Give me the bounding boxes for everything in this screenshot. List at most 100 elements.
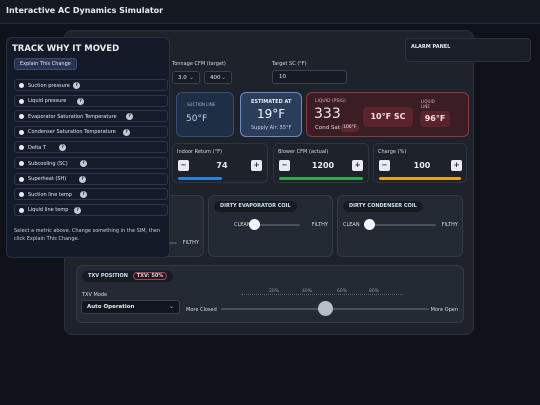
info-icon[interactable]: ? [80,191,87,199]
top-bar: Interactive AC Dynamics Simulator [0,0,540,24]
charge-control: Charge (%) − 100 + [373,143,467,183]
cfm-per-ton-select[interactable]: 400 ⌄ [204,71,232,84]
metric-label: Delta T [28,144,46,151]
indoor-return-label: Indoor Return (°F) [177,149,223,155]
metric-item[interactable]: Suction line temp? [14,188,168,201]
metric-item[interactable]: Evaporator Saturation Temperature? [14,110,168,123]
evap-sat-label: ESTIMATED AT [251,99,292,105]
dirty-evaporator-coil-title: DIRTY EVAPORATOR COIL [214,201,297,212]
explain-change-button[interactable]: Explain This Change [14,58,77,70]
liquid-line-label: LIQUID LINE [421,99,435,109]
chevron-down-icon: ⌄ [220,74,226,81]
radio-icon[interactable] [19,83,24,88]
evap-sat-value: 19°F [257,107,286,121]
charge-bar [379,177,461,180]
metric-label: Suction pressure [28,82,70,89]
chevron-down-icon: ⌄ [188,74,194,81]
charge-value: 100 [413,161,431,170]
evap-sat-card: ESTIMATED AT 19°F Supply Air: 55°F [240,92,302,137]
info-icon[interactable]: ? [77,97,84,105]
suction-line-card: SUCTION LINE 50°F [176,92,234,137]
txv-max-label: More Open [430,307,458,313]
sidebar-help-text: Select a metric above. Change something … [14,228,161,242]
info-icon[interactable]: ? [73,82,80,89]
radio-icon[interactable] [19,176,24,182]
metric-item[interactable]: Suction pressure? [14,79,168,91]
radio-icon[interactable] [19,192,24,198]
radio-icon[interactable] [19,161,24,166]
txv-position-title: TXV POSITION TXV: 50% [82,271,174,282]
metric-label: Condenser Saturation Temperature [28,129,116,136]
radio-icon[interactable] [19,207,24,213]
cond-sat-badge: 106°F [340,124,360,132]
metric-label: Subcooling (SC) [28,160,68,167]
tonnage-label: Tonnage CFM (target) [172,61,226,67]
cond-filthy-label: FILTHY [441,222,458,228]
liquid-pressure-value: 333 [314,106,341,122]
metric-label: Suction line temp [28,191,72,198]
metric-label: Liquid line temp [28,207,69,214]
metric-label: Superheat (SH) [28,176,67,183]
target-sc-label: Target SC (°F) [272,61,307,67]
info-icon[interactable]: ? [79,175,86,183]
indoor-return-increment-button[interactable]: + [251,160,262,171]
metric-item[interactable]: Liquid pressure? [14,94,168,107]
blower-cfm-increment-button[interactable]: + [352,160,363,171]
tonnage-select[interactable]: 3.0 ⌄ [172,71,200,84]
blower-cfm-bar [279,177,363,180]
txv-mode-value: Auto Operation [87,304,135,310]
dirty-evaporator-coil-card: DIRTY EVAPORATOR COIL CLEAN FILTHY [208,195,333,257]
cond-coil-slider-thumb[interactable] [364,219,375,230]
blower-cfm-control: Blower CFM (actual) − 1200 + [273,143,369,183]
cond-clean-label: CLEAN [343,222,360,228]
metric-item[interactable]: Superheat (SH)? [14,172,168,185]
info-icon[interactable]: ? [123,128,130,136]
indoor-return-decrement-button[interactable]: − [178,160,189,171]
txv-position-card: TXV POSITION TXV: 50% TXV Mode Auto Oper… [76,265,464,323]
cfm-select-value: 400 [210,75,221,81]
dirty-filter-filthy-label: FILTHY [182,240,199,246]
blower-cfm-value: 1200 [311,161,335,170]
supply-air-text: Supply Air: 55°F [251,125,292,131]
radio-icon[interactable] [19,114,24,120]
liquid-card: LIQUID (PSIG) 333 Cond Sat: 106°F 10°F S… [306,92,469,137]
txv-slider-thumb[interactable] [318,301,333,316]
metric-item[interactable]: Subcooling (SC)? [14,157,168,169]
metric-label: Evaporator Saturation Temperature [28,113,117,120]
dirty-condenser-coil-title: DIRTY CONDENSER COIL [343,201,423,212]
radio-icon[interactable] [19,145,24,151]
radio-icon[interactable] [19,129,24,135]
cond-sat-label: Cond Sat: [315,125,342,131]
txv-min-label: More Closed [186,307,217,313]
evap-filthy-label: FILTHY [311,222,328,228]
txv-tick-line [241,294,403,295]
blower-cfm-label: Blower CFM (actual) [278,149,329,155]
sidebar-title: TRACK WHY IT MOVED [12,44,120,54]
liquid-line-value: 96°F [420,111,450,127]
alarm-panel-title: ALARM PANEL [411,44,451,50]
subcooling-value: 10°F SC [363,107,413,127]
indoor-return-control: Indoor Return (°F) − 74 + [172,143,268,183]
alarm-panel: ALARM PANEL [405,38,531,62]
radio-icon[interactable] [19,98,24,104]
info-icon[interactable]: ? [74,206,81,214]
info-icon[interactable]: ? [126,113,133,121]
target-sc-input[interactable]: 10 [272,70,347,84]
txv-mode-label: TXV Mode [82,292,108,298]
charge-decrement-button[interactable]: − [379,160,390,171]
metric-item[interactable]: Liquid line temp? [14,203,168,216]
info-icon[interactable]: ? [80,160,87,167]
dirty-condenser-coil-card: DIRTY CONDENSER COIL CLEAN FILTHY [337,195,463,257]
liquid-psig-label: LIQUID (PSIG) [315,99,346,104]
tonnage-select-value: 3.0 [178,75,187,81]
charge-increment-button[interactable]: + [451,160,462,171]
chevron-down-icon: ⌄ [168,303,174,310]
app-title: Interactive AC Dynamics Simulator [6,6,164,15]
blower-cfm-decrement-button[interactable]: − [279,160,290,171]
metric-label: Liquid pressure [28,98,67,105]
metric-item[interactable]: Delta T? [14,141,168,154]
metric-item[interactable]: Condenser Saturation Temperature? [14,125,168,138]
txv-mode-select[interactable]: Auto Operation ⌄ [81,300,180,314]
info-icon[interactable]: ? [59,144,66,152]
evap-coil-slider-thumb[interactable] [249,219,260,230]
